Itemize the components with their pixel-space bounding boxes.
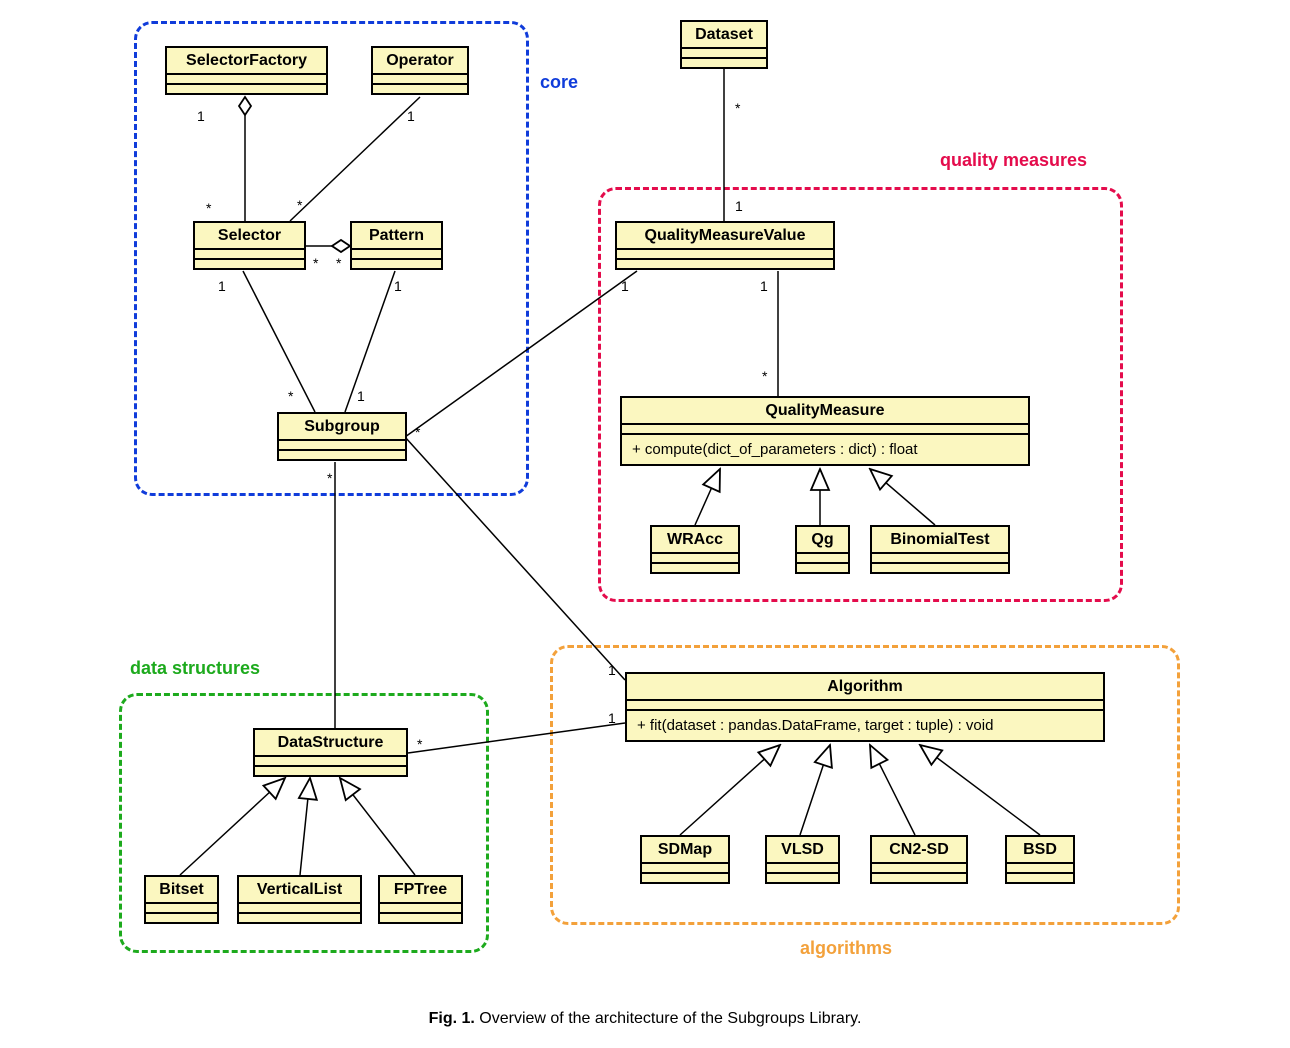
class-name: Selector (195, 223, 304, 250)
package-label-data-structures: data structures (130, 658, 260, 679)
class-qg: Qg (795, 525, 850, 574)
class-selector: Selector (193, 221, 306, 270)
class-name: Pattern (352, 223, 441, 250)
mult: 1 (218, 278, 226, 294)
class-operator: Operator (371, 46, 469, 95)
mult: * (417, 736, 422, 752)
mult: 1 (407, 108, 415, 124)
class-dataset: Dataset (680, 20, 768, 69)
class-fptree: FPTree (378, 875, 463, 924)
package-label-algorithms: algorithms (800, 938, 892, 959)
mult: 1 (357, 388, 365, 404)
class-name: QualityMeasureValue (617, 223, 833, 250)
class-name: Subgroup (279, 414, 405, 441)
method: + compute(dict_of_parameters : dict) : f… (622, 435, 1028, 464)
method: + fit(dataset : pandas.DataFrame, target… (627, 711, 1103, 740)
mult: * (288, 388, 293, 404)
mult: 1 (760, 278, 768, 294)
class-name: DataStructure (255, 730, 406, 757)
mult: * (327, 470, 332, 486)
mult: * (206, 200, 211, 216)
class-subgroup: Subgroup (277, 412, 407, 461)
class-sdmap: SDMap (640, 835, 730, 884)
class-wracc: WRAcc (650, 525, 740, 574)
class-name: Algorithm (627, 674, 1103, 701)
class-name: WRAcc (652, 527, 738, 554)
class-bsd: BSD (1005, 835, 1075, 884)
class-cn2sd: CN2-SD (870, 835, 968, 884)
class-name: Qg (797, 527, 848, 554)
mult: 1 (394, 278, 402, 294)
class-name: Dataset (682, 22, 766, 49)
class-vlsd: VLSD (765, 835, 840, 884)
package-label-core: core (540, 72, 578, 93)
mult: 1 (608, 710, 616, 726)
caption-text: Overview of the architecture of the Subg… (479, 1010, 861, 1027)
class-pattern: Pattern (350, 221, 443, 270)
class-quality-measure-value: QualityMeasureValue (615, 221, 835, 270)
class-algorithm: Algorithm + fit(dataset : pandas.DataFra… (625, 672, 1105, 742)
mult: * (762, 368, 767, 384)
class-quality-measure: QualityMeasure + compute(dict_of_paramet… (620, 396, 1030, 466)
mult: 1 (621, 278, 629, 294)
class-name: SDMap (642, 837, 728, 864)
class-binomial-test: BinomialTest (870, 525, 1010, 574)
class-data-structure: DataStructure (253, 728, 408, 777)
class-name: VLSD (767, 837, 838, 864)
mult: * (735, 100, 740, 116)
class-name: FPTree (380, 877, 461, 904)
package-label-quality: quality measures (940, 150, 1087, 171)
class-name: BSD (1007, 837, 1073, 864)
class-name: Operator (373, 48, 467, 75)
mult: 1 (735, 198, 743, 214)
mult: * (313, 255, 318, 271)
mult: * (297, 197, 302, 213)
class-name: VerticalList (239, 877, 360, 904)
caption-bold: Fig. 1. (429, 1010, 475, 1027)
mult: 1 (197, 108, 205, 124)
mult: * (415, 424, 420, 440)
figure-caption: Fig. 1. Overview of the architecture of … (0, 1010, 1290, 1028)
class-bitset: Bitset (144, 875, 219, 924)
class-vertical-list: VerticalList (237, 875, 362, 924)
mult: * (336, 255, 341, 271)
class-name: Bitset (146, 877, 217, 904)
uml-diagram: core quality measures data structures al… (0, 0, 1290, 1048)
class-selector-factory: SelectorFactory (165, 46, 328, 95)
mult: 1 (608, 662, 616, 678)
class-name: BinomialTest (872, 527, 1008, 554)
class-name: QualityMeasure (622, 398, 1028, 425)
class-name: SelectorFactory (167, 48, 326, 75)
class-name: CN2-SD (872, 837, 966, 864)
